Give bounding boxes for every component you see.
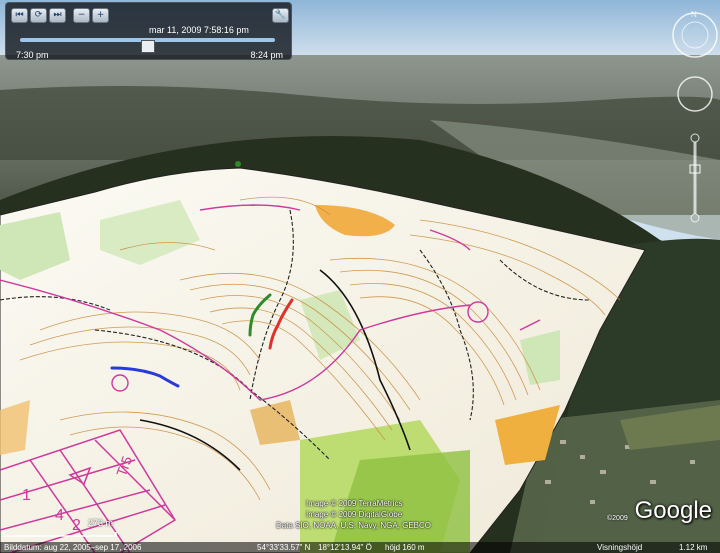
- scale-label: 273 m: [88, 518, 114, 528]
- zoom-out-time-icon: −: [77, 10, 86, 20]
- skip-forward-button[interactable]: ⏭: [49, 8, 66, 23]
- current-time-label: mar 11, 2009 7:58:16 pm: [149, 25, 249, 35]
- wrench-icon: 🔧: [274, 10, 287, 20]
- credit-terrametrics: Image © 2009 TerraMetrics: [306, 499, 403, 508]
- time-end-label: 8:24 pm: [250, 50, 283, 60]
- course-label-1: 1: [22, 487, 31, 504]
- longitude-readout: 18°12'13.94" Ö: [318, 543, 372, 552]
- eye-altitude-label: Visningshöjd: [597, 543, 643, 552]
- north-icon: N: [691, 10, 697, 19]
- 3d-terrain-view[interactable]: Tr5 1 4 2 N: [0, 0, 720, 553]
- skip-back-button[interactable]: ⏮: [11, 8, 28, 23]
- settings-button[interactable]: 🔧: [272, 8, 289, 23]
- eye-altitude-value: 1.12 km: [679, 543, 708, 552]
- zoom-in-time-icon: +: [96, 10, 105, 20]
- zoom-in-time-button[interactable]: +: [92, 8, 109, 23]
- status-bar: Bilddatum: aug 22, 2005–sep 17, 2006 54°…: [0, 542, 720, 553]
- skip-forward-icon: ⏭: [53, 10, 62, 20]
- course-label-4: 4: [55, 507, 64, 524]
- latitude-readout: 54°33'33.57" N: [257, 543, 311, 552]
- time-start-label: 7:30 pm: [16, 50, 49, 60]
- play-icon: ⟳: [34, 10, 43, 20]
- play-button[interactable]: ⟳: [30, 8, 47, 23]
- time-slider-handle[interactable]: [141, 40, 155, 53]
- logo-copyright: ©2009: [607, 515, 628, 522]
- skip-back-icon: ⏮: [15, 10, 24, 20]
- credit-data-sources: Data SIO, NOAA, U.S. Navy, NGA, GEBCO: [276, 521, 431, 530]
- gps-marker-green[interactable]: [235, 161, 241, 167]
- credit-digitalglobe: Image © 2009 DigitalGlobe: [306, 510, 403, 519]
- course-label-2: 2: [72, 517, 81, 534]
- zoom-out-time-button[interactable]: −: [73, 8, 90, 23]
- imagery-date: Bilddatum: aug 22, 2005–sep 17, 2006: [4, 543, 142, 552]
- elevation-readout: höjd 160 m: [385, 543, 425, 552]
- time-slider-panel[interactable]: ⏮ ⟳ ⏭ − + 🔧 mar 11, 2009 7:58:16 pm 7:30…: [5, 2, 292, 60]
- google-logo: Google: [634, 497, 712, 524]
